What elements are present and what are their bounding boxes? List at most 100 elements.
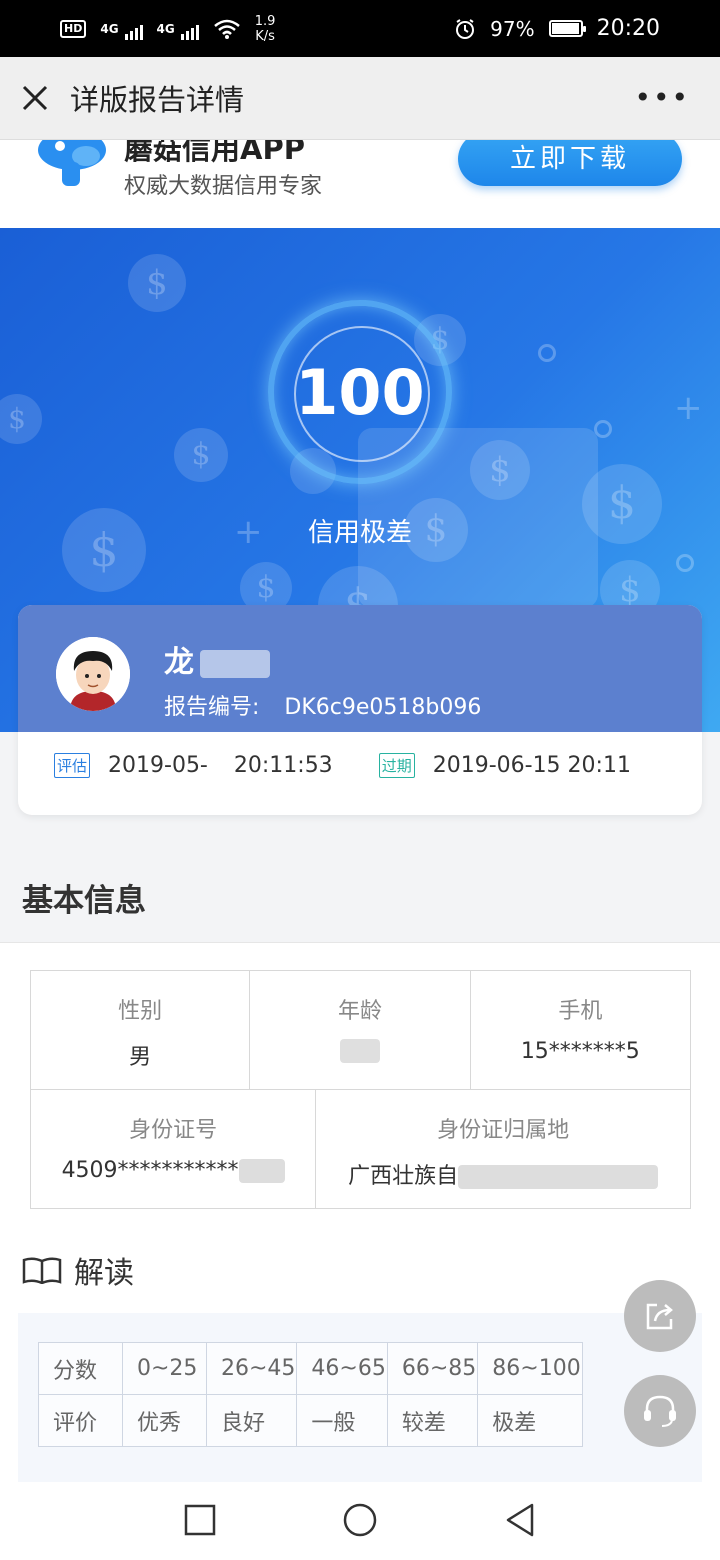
table-cell: 46~65: [296, 1342, 388, 1395]
table-cell: 66~85: [386, 1342, 479, 1395]
status-bar: HD 4G 4G 1.9 K/s 97% 20:20: [0, 0, 720, 57]
alarm-icon: [456, 18, 475, 39]
gender-cell: 性别 男: [31, 971, 249, 1089]
table-cell: 一般: [296, 1394, 388, 1447]
gender-value: 男: [129, 1045, 152, 1070]
status-left: HD 4G 4G 1.9 K/s: [60, 14, 275, 44]
table-cell: 良好: [205, 1394, 298, 1447]
signal-2-label: 4G: [156, 21, 175, 36]
table-cell: 极差: [477, 1394, 583, 1447]
profile-name: 龙: [164, 637, 270, 681]
wifi-icon: [213, 19, 240, 39]
hd-badge: HD: [60, 19, 87, 38]
avatar-icon: [56, 637, 130, 711]
credit-score-value: 100: [295, 356, 425, 429]
table-cell: 评价: [38, 1394, 123, 1447]
age-value-mask: [339, 1039, 380, 1063]
score-scale-table: 分数 0~25 26~45 46~65 66~85 86~100 评价 优秀 良…: [38, 1342, 583, 1447]
nav-bar: 详版报告详情 •••: [0, 57, 720, 140]
age-cell: 年龄: [249, 971, 469, 1089]
table-cell: 优秀: [122, 1394, 207, 1447]
id-number-label: 身份证号: [129, 1118, 218, 1143]
page-title: 详版报告详情: [70, 83, 245, 117]
coin-decoration: $: [174, 428, 228, 482]
battery-icon: [548, 20, 586, 37]
close-button[interactable]: [0, 57, 70, 140]
system-nav-bar: [0, 1482, 720, 1560]
promo-app-name: 蘑菇信用APP: [124, 140, 305, 166]
book-icon: [22, 1257, 62, 1284]
speed-value: 1.9: [254, 13, 276, 29]
eval-date: 2019-05-: [108, 753, 208, 778]
table-cell: 较差: [386, 1394, 479, 1447]
more-button[interactable]: •••: [634, 81, 690, 114]
app-promo-banner: 蘑菇信用APP 权威大数据信用专家 立即下载: [0, 140, 720, 228]
basic-info-row: 身份证号 4509*********** 身份证归属地 广西壮族自: [30, 1090, 691, 1209]
id-location-mask: [458, 1165, 659, 1189]
battery-fill: [551, 23, 579, 34]
eval-time: 20:11:53: [233, 753, 333, 778]
phone-value: 15*******5: [520, 1039, 640, 1064]
table-cell: 26~45: [205, 1342, 298, 1395]
back-button[interactable]: [502, 1502, 538, 1538]
profile-card: 龙 报告编号: DK6c9e0518b096 评估 2019-05- 20:11…: [18, 605, 702, 815]
id-number-cell: 身份证号 4509***********: [31, 1090, 315, 1208]
id-location-label: 身份证归属地: [437, 1118, 570, 1143]
interpret-title: 解读: [22, 1248, 134, 1292]
gender-label: 性别: [118, 999, 163, 1024]
download-button[interactable]: 立即下载: [458, 140, 682, 186]
name-mask: [200, 649, 270, 678]
interpret-title-text: 解读: [74, 1256, 134, 1291]
age-label: 年龄: [337, 999, 382, 1024]
profile-name-text: 龙: [164, 645, 194, 680]
score-rating-row: 评价 优秀 良好 一般 较差 极差: [38, 1394, 583, 1447]
home-button[interactable]: [342, 1502, 378, 1538]
id-location-text: 广西壮族自: [348, 1164, 459, 1189]
id-number-mask: [238, 1159, 285, 1183]
close-icon: [22, 85, 48, 111]
basic-info-table: 性别 男 年龄 手机 15*******5 身份证号 4509*********…: [30, 970, 691, 1209]
share-icon: [646, 1303, 673, 1330]
eval-date-mask: [209, 753, 228, 778]
status-right: 97% 20:20: [454, 16, 660, 41]
ring-decoration: [676, 554, 694, 572]
id-location-cell: 身份证归属地 广西壮族自: [315, 1090, 690, 1208]
signal-1-label: 4G: [100, 21, 119, 36]
signal-1-icon: 4G: [100, 21, 143, 40]
eval-tag: 评估: [54, 753, 91, 778]
recent-apps-button[interactable]: [182, 1502, 218, 1538]
expire-tag: 过期: [378, 753, 415, 778]
phone-label: 手机: [558, 999, 603, 1024]
credit-level-label: 信用极差: [307, 518, 412, 548]
headset-icon: [644, 1395, 676, 1427]
basic-info-row: 性别 男 年龄 手机 15*******5: [30, 970, 691, 1090]
promo-tagline: 权威大数据信用专家: [124, 174, 323, 199]
report-number-label: 报告编号:: [164, 695, 260, 720]
id-number-value: 4509***********: [31, 1158, 315, 1183]
age-value: [250, 1039, 469, 1069]
report-number-value: DK6c9e0518b096: [284, 695, 482, 720]
basic-info-title: 基本信息: [22, 883, 146, 919]
mushroom-logo-icon: [38, 140, 106, 186]
score-range-row: 分数 0~25 26~45 46~65 66~85 86~100: [38, 1342, 583, 1395]
table-cell: 86~100: [477, 1342, 583, 1395]
id-number-text: 4509***********: [61, 1158, 239, 1183]
clock: 20:20: [596, 16, 660, 41]
more-icon: •••: [634, 81, 690, 114]
signal-2-icon: 4G: [156, 21, 199, 40]
expire-date: 2019-06-15 20:11: [432, 753, 631, 778]
table-cell: 0~25: [122, 1342, 207, 1395]
phone-cell: 手机 15*******5: [469, 971, 690, 1089]
avatar: [56, 637, 130, 711]
share-button[interactable]: [624, 1280, 696, 1352]
customer-service-button[interactable]: [624, 1375, 696, 1447]
report-dates-row: 评估 2019-05- 20:11:53 过期 2019-06-15 20:11: [54, 753, 631, 778]
report-number-row: 报告编号: DK6c9e0518b096: [164, 689, 481, 721]
network-speed: 1.9 K/s: [255, 14, 276, 44]
coin-decoration: $: [128, 254, 186, 312]
id-location-value: 广西壮族自: [316, 1158, 690, 1190]
table-cell: 分数: [38, 1342, 123, 1395]
speed-unit: K/s: [255, 28, 275, 44]
profile-header: 龙 报告编号: DK6c9e0518b096: [18, 605, 702, 732]
battery-percent: 97%: [490, 16, 535, 41]
